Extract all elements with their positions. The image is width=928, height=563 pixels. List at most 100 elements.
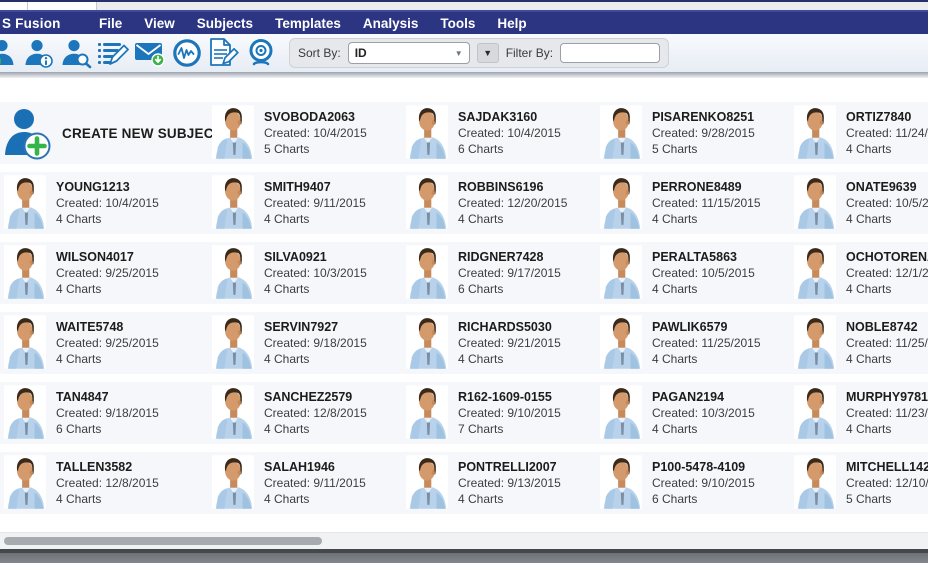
- subject-id: NOBLE8742: [846, 320, 928, 334]
- menu-item-subjects[interactable]: Subjects: [186, 12, 264, 34]
- create-new-subject-button[interactable]: CREATE NEW SUBJECT: [4, 102, 212, 164]
- subject-meta: NOBLE8742 Created: 11/25/2015 4 Charts: [846, 320, 928, 366]
- subject-row: TAN4847Created: 9/18/20156 Charts SANCHE…: [0, 382, 928, 444]
- subject-avatar: [212, 384, 254, 440]
- subject-avatar: [600, 454, 642, 510]
- subject-avatar: [794, 454, 836, 510]
- subject-avatar: [794, 104, 836, 160]
- subject-card[interactable]: SILVA0921Created: 10/3/20154 Charts: [212, 242, 406, 304]
- subject-card[interactable]: YOUNG1213Created: 10/4/20154 Charts: [4, 172, 212, 234]
- sort-by-label: Sort By:: [298, 46, 341, 60]
- subject-meta: PERRONE8489Created: 11/15/20154 Charts: [652, 180, 761, 226]
- subject-avatar: [212, 104, 254, 160]
- subject-card[interactable]: PISARENKO8251Created: 9/28/20155 Charts: [600, 102, 794, 164]
- subject-avatar: [406, 244, 448, 300]
- subject-meta: TAN4847Created: 9/18/20156 Charts: [56, 390, 159, 436]
- menu-item-templates[interactable]: Templates: [264, 12, 352, 34]
- subject-charts: 4 Charts: [56, 352, 159, 366]
- subject-card[interactable]: R162-1609-0155Created: 9/10/20157 Charts: [406, 382, 600, 444]
- subject-created: Created: 12/8/2015: [264, 406, 367, 420]
- subject-charts: 6 Charts: [56, 422, 159, 436]
- filter-input[interactable]: [560, 43, 660, 63]
- subject-meta: TALLEN3582Created: 12/8/20154 Charts: [56, 460, 159, 506]
- edit-list-icon[interactable]: [96, 37, 130, 69]
- subject-charts: 4 Charts: [846, 352, 928, 366]
- subject-grid: CREATE NEW SUBJECT SVOBODA2063Created: 1…: [0, 78, 928, 532]
- subject-avatar: [4, 314, 46, 370]
- subject-card[interactable]: SVOBODA2063Created: 10/4/20155 Charts: [212, 102, 406, 164]
- subject-charts: 6 Charts: [458, 282, 561, 296]
- subject-card[interactable]: PERALTA5863Created: 10/5/20154 Charts: [600, 242, 794, 304]
- subject-created: Created: 12/10/2015: [846, 476, 928, 490]
- subject-charts: 5 Charts: [264, 142, 367, 156]
- horizontal-scrollbar[interactable]: [0, 532, 928, 549]
- subject-card[interactable]: PAGAN2194Created: 10/3/20154 Charts: [600, 382, 794, 444]
- subject-avatar: [406, 174, 448, 230]
- camera-icon[interactable]: [244, 37, 278, 69]
- subject-id: ROBBINS6196: [458, 180, 567, 194]
- subject-id: PONTRELLI2007: [458, 460, 561, 474]
- subject-card[interactable]: OCHOTORENA2Created: 12/1/20154 Charts: [794, 242, 928, 304]
- subject-card[interactable]: NOBLE8742 Created: 11/25/2015 4 Charts: [794, 312, 928, 374]
- subject-info-icon[interactable]: [22, 37, 56, 69]
- subject-created: Created: 9/11/2015: [264, 196, 366, 210]
- menu-item-help[interactable]: Help: [486, 12, 537, 34]
- subject-avatar: [4, 174, 46, 230]
- subject-card[interactable]: ONATE9639Created: 10/5/20154 Charts: [794, 172, 928, 234]
- subject-meta: PAWLIK6579Created: 11/25/20154 Charts: [652, 320, 761, 366]
- subject-card[interactable]: SERVIN7927Created: 9/18/20154 Charts: [212, 312, 406, 374]
- triangle-down-icon: ▼: [483, 49, 492, 58]
- subject-card[interactable]: TALLEN3582Created: 12/8/20154 Charts: [4, 452, 212, 514]
- subject-id: TAN4847: [56, 390, 159, 404]
- subject-charts: 6 Charts: [458, 142, 561, 156]
- menu-item-view[interactable]: View: [133, 12, 186, 34]
- sort-by-dropdown[interactable]: ID ▼: [348, 42, 470, 64]
- subject-card[interactable]: MITCHELL1429Created: 12/10/20155 Charts: [794, 452, 928, 514]
- subject-card[interactable]: ROBBINS6196Created: 12/20/20154 Charts: [406, 172, 600, 234]
- find-subject-icon[interactable]: [59, 37, 93, 69]
- sort-direction-button[interactable]: ▼: [477, 43, 499, 63]
- tab-stub: [0, 2, 97, 10]
- subject-created: Created: 11/25/2015: [846, 336, 928, 350]
- scrollbar-thumb[interactable]: [4, 537, 322, 545]
- subject-created: Created: 9/10/2015: [652, 476, 755, 490]
- subject-card[interactable]: PAWLIK6579Created: 11/25/20154 Charts: [600, 312, 794, 374]
- subject-id: PISARENKO8251: [652, 110, 755, 124]
- subject-charts: 4 Charts: [458, 352, 561, 366]
- subject-card[interactable]: RIDGNER7428Created: 9/17/20156 Charts: [406, 242, 600, 304]
- subject-card[interactable]: WILSON4017Created: 9/25/20154 Charts: [4, 242, 212, 304]
- subject-avatar: [406, 454, 448, 510]
- subject-meta: ROBBINS6196Created: 12/20/20154 Charts: [458, 180, 567, 226]
- subject-charts: 4 Charts: [846, 212, 928, 226]
- subject-created: Created: 12/20/2015: [458, 196, 567, 210]
- subject-card[interactable]: SAJDAK3160Created: 10/4/20156 Charts: [406, 102, 600, 164]
- add-subject-icon[interactable]: [0, 37, 19, 69]
- subject-charts: 4 Charts: [56, 492, 159, 506]
- subject-id: SMITH9407: [264, 180, 366, 194]
- subject-meta: SERVIN7927Created: 9/18/20154 Charts: [264, 320, 367, 366]
- subject-created: Created: 9/28/2015: [652, 126, 755, 140]
- subject-charts: 4 Charts: [846, 422, 928, 436]
- subject-card[interactable]: TAN4847Created: 9/18/20156 Charts: [4, 382, 212, 444]
- menu-item-tools[interactable]: Tools: [429, 12, 486, 34]
- subject-meta: R162-1609-0155Created: 9/10/20157 Charts: [458, 390, 561, 436]
- subject-meta: ORTIZ7840Created: 11/24/20154 Charts: [846, 110, 928, 156]
- edit-report-icon[interactable]: [207, 37, 241, 69]
- subject-card[interactable]: PERRONE8489Created: 11/15/20154 Charts: [600, 172, 794, 234]
- menu-item-analysis[interactable]: Analysis: [352, 12, 430, 34]
- subject-card[interactable]: WAITE5748Created: 9/25/20154 Charts: [4, 312, 212, 374]
- subject-card[interactable]: SALAH1946Created: 9/11/20154 Charts: [212, 452, 406, 514]
- analysis-icon[interactable]: [170, 37, 204, 69]
- subject-card[interactable]: P100-5478-4109Created: 9/10/20156 Charts: [600, 452, 794, 514]
- subject-card[interactable]: RICHARDS5030Created: 9/21/20154 Charts: [406, 312, 600, 374]
- subject-avatar: [600, 244, 642, 300]
- subject-card[interactable]: SMITH9407Created: 9/11/20154 Charts: [212, 172, 406, 234]
- subject-avatar: [406, 104, 448, 160]
- subject-card[interactable]: SANCHEZ2579Created: 12/8/20154 Charts: [212, 382, 406, 444]
- send-results-icon[interactable]: [133, 37, 167, 69]
- subject-card[interactable]: MURPHY9781Created: 11/23/20154 Charts: [794, 382, 928, 444]
- menu-item-file[interactable]: File: [88, 12, 133, 34]
- subject-card[interactable]: ORTIZ7840Created: 11/24/20154 Charts: [794, 102, 928, 164]
- subject-charts: 4 Charts: [264, 282, 367, 296]
- subject-card[interactable]: PONTRELLI2007Created: 9/13/20154 Charts: [406, 452, 600, 514]
